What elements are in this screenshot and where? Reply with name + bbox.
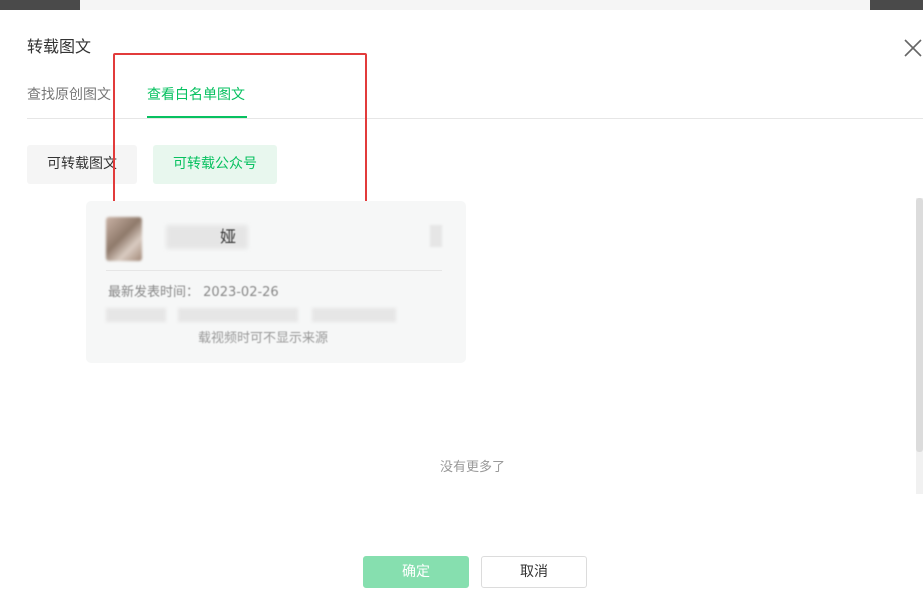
scrollbar[interactable] (916, 198, 923, 494)
dialog-title: 转载图文 (27, 37, 92, 56)
close-icon[interactable] (902, 37, 923, 59)
tab-whitelist-articles[interactable]: 查看白名单图文 (147, 86, 245, 104)
card-divider (106, 270, 442, 271)
account-name: 娅 (168, 227, 236, 247)
latest-publish-label: 最新发表时间： (108, 285, 200, 300)
confirm-button[interactable]: 确定 (363, 556, 469, 588)
tab-find-original-articles[interactable]: 查找原创图文 (27, 86, 111, 104)
tabs-divider (27, 118, 923, 119)
highlight-annotation-box (113, 53, 367, 213)
blurred-action (430, 225, 442, 247)
account-card[interactable]: 娅 最新发表时间： 2023-02-26 载视频时可不显示来源 (86, 201, 466, 363)
cancel-button[interactable]: 取消 (481, 556, 587, 588)
scrollbar-thumb[interactable] (916, 198, 923, 452)
list-end-text: 没有更多了 (440, 460, 506, 475)
account-name-text: 娅 (220, 227, 237, 246)
blurred-text (178, 308, 298, 322)
avatar (106, 217, 142, 261)
blurred-text (106, 308, 166, 322)
blurred-text (312, 308, 396, 322)
repost-note: 载视频时可不显示来源 (198, 331, 329, 346)
filter-republishable-accounts[interactable]: 可转载公众号 (153, 145, 277, 184)
latest-publish-line: 最新发表时间： 2023-02-26 (108, 285, 279, 301)
filter-republishable-articles[interactable]: 可转载图文 (27, 145, 137, 184)
background-top-bar (0, 0, 923, 10)
background-page-strip (80, 0, 870, 10)
latest-publish-date: 2023-02-26 (203, 285, 279, 300)
